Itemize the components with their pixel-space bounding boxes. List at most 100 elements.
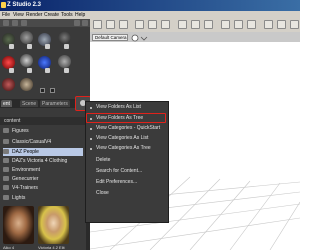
tool-button[interactable] [119,20,128,29]
window-title: Z Studio 2.3 [7,2,42,8]
tree-item-label: DAZ People [12,149,39,155]
bullet-icon [90,138,92,140]
option-button[interactable] [50,88,55,93]
menu-item-label: Edit Preferences... [96,179,138,185]
menu-item-categories-tree[interactable]: View Categories As Tree [90,145,168,153]
tree-item-lights[interactable]: Lights [3,194,83,202]
tool-button[interactable] [191,20,200,29]
tool-button[interactable] [277,20,286,29]
folder-icon [3,158,9,163]
menu-file[interactable]: File [2,12,10,18]
menu-item-categories-list[interactable]: View Categories As List [90,135,168,143]
tool-button[interactable] [148,20,157,29]
tree-item-figures[interactable]: Figures [3,127,83,135]
option-button[interactable] [9,68,14,73]
tree-item-label: V4-Trainers [12,185,38,191]
menu-view[interactable]: View [13,12,24,18]
tree-item-label: Figures [12,128,29,134]
tree-item-daz-people[interactable]: DAZ People [3,148,83,156]
preset-icon[interactable] [20,78,33,91]
option-button[interactable] [27,68,32,73]
bullet-icon [90,148,92,150]
menu-help[interactable]: Help [75,12,85,18]
content-header-label: content [4,118,21,124]
preset-icon[interactable] [2,78,15,91]
panel-tool-icon[interactable] [21,20,27,26]
title-bar: Z Studio 2.3 [0,0,300,11]
menu-item-categories-quickstart[interactable]: View Categories - QuickStart [90,125,168,133]
menu-item-label: View Categories - QuickStart [96,125,161,131]
menu-bar: File View Render Create Tools Help [0,11,300,19]
camera-select[interactable]: Default Camera [92,34,128,41]
tool-button[interactable] [135,20,144,29]
bullet-icon [90,128,92,130]
tab-scene[interactable]: Scene [20,100,39,107]
folder-icon [3,149,9,154]
panel-tool-icon[interactable] [82,20,88,26]
bullet-icon [90,107,92,109]
tool-button[interactable] [234,20,243,29]
menu-item-label: Search for Content... [96,168,143,174]
option-button[interactable] [64,44,69,49]
option-button[interactable] [45,44,50,49]
option-button[interactable] [9,44,14,49]
menu-item-highlight [86,113,166,123]
preset-icon[interactable] [20,31,33,44]
preset-icon[interactable] [58,31,71,44]
viewport-options-icons[interactable] [131,34,151,42]
folder-icon [3,185,9,190]
tab-parameters[interactable]: Parameters [40,100,70,107]
thumbnail-aiko[interactable] [3,206,34,244]
menu-item-delete[interactable]: Delete [96,157,168,165]
tree-item-victoria-clothing[interactable]: DAZ's Victoria 4 Clothing [3,157,83,165]
menu-render[interactable]: Render [26,12,42,18]
menu-create[interactable]: Create [44,12,59,18]
preset-icon[interactable] [20,54,33,67]
folder-icon [3,139,9,144]
tree-item-label: Genecurrier [12,176,39,182]
tool-button[interactable] [221,20,230,29]
tool-button[interactable] [264,20,273,29]
tree-item-v4-trainers[interactable]: V4-Trainers [3,184,83,192]
option-button[interactable] [40,88,45,93]
panel-tool-icon[interactable] [74,20,80,26]
tree-item-label: DAZ's Victoria 4 Clothing [12,158,68,164]
folder-icon [3,176,9,181]
thumbnail-label: Aiko 4 [3,245,15,250]
folder-icon [3,195,9,200]
tool-button[interactable] [204,20,213,29]
app-window: Z Studio 2.3 File View Render Create Too… [0,0,300,250]
tree-item-environment[interactable]: Environment [3,166,83,174]
camera-select-value: Default Camera [95,35,127,40]
menu-item-label: Close [96,190,109,196]
thumbnail-label: Victoria 4.2 Elit [38,245,65,250]
folder-icon [3,128,9,133]
tool-button[interactable] [93,20,102,29]
tab-content[interactable]: ent [1,100,12,107]
folder-icon [3,167,9,172]
panel-tool-icon[interactable] [12,20,18,26]
tool-button[interactable] [178,20,187,29]
menu-item-view-folders-list[interactable]: View Folders As List [90,104,168,112]
tool-button[interactable] [247,20,256,29]
tree-item-genecurrier[interactable]: Genecurrier [3,175,83,183]
panel-tool-icon[interactable] [3,20,9,26]
option-button[interactable] [45,68,50,73]
menu-item-label: View Categories As Tree [96,145,151,151]
tree-item-label: Classic/CasualV4 [12,139,52,145]
preset-icon[interactable] [58,55,71,68]
menu-tools[interactable]: Tools [61,12,73,18]
tool-button[interactable] [161,20,170,29]
tool-button[interactable] [290,20,299,29]
option-button[interactable] [27,44,32,49]
tool-button[interactable] [106,20,115,29]
tree-item-label: Lights [12,195,26,201]
thumbnail-victoria[interactable] [38,206,69,244]
menu-item-label: Delete [96,157,111,163]
tree-item-classic[interactable]: Classic/CasualV4 [3,138,83,146]
menu-item-edit-preferences[interactable]: Edit Preferences... [96,179,168,187]
menu-item-search-content[interactable]: Search for Content... [96,168,168,176]
option-button[interactable] [64,68,69,73]
app-icon [1,2,6,8]
menu-item-close[interactable]: Close [96,190,168,198]
